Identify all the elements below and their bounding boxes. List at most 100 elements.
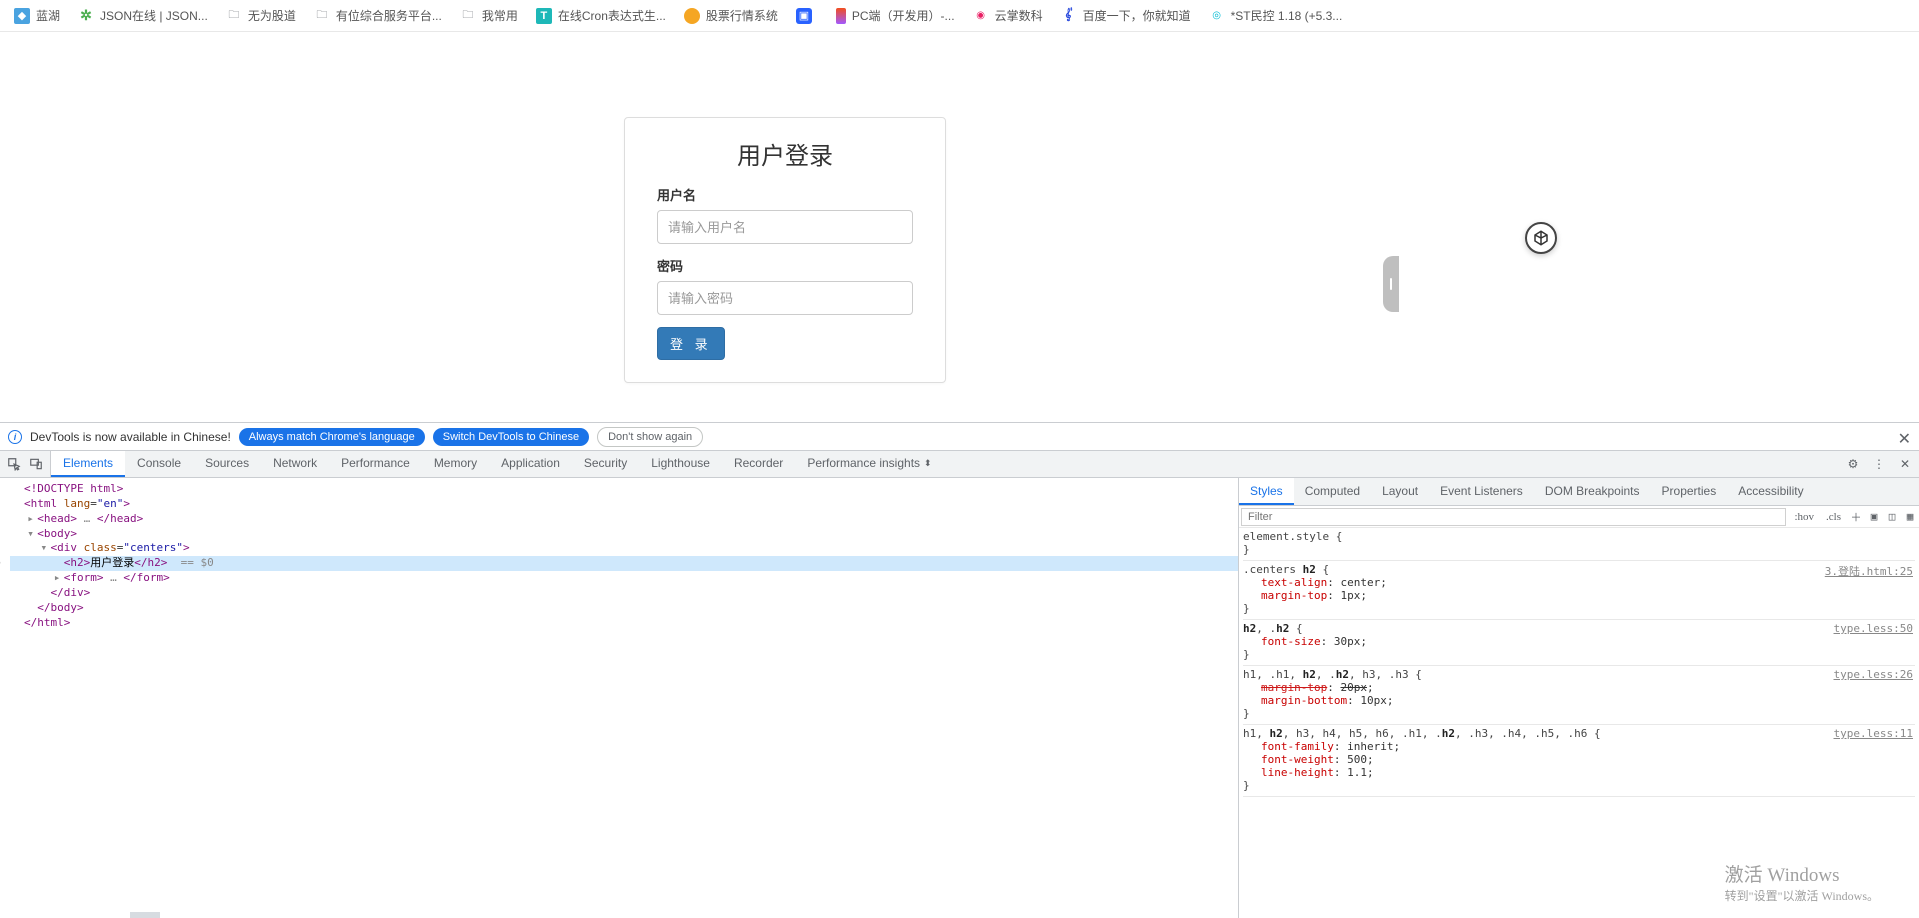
devtools-tab-lighthouse[interactable]: Lighthouse bbox=[639, 451, 722, 477]
bookmark-label: PC端（开发用）-... bbox=[852, 7, 955, 24]
styles-tab-accessibility[interactable]: Accessibility bbox=[1727, 478, 1814, 505]
bookmark-item[interactable]: ◆ 蓝湖 bbox=[14, 7, 60, 24]
dom-line[interactable]: <!DOCTYPE html> bbox=[10, 482, 1238, 497]
dom-line[interactable]: ⋯ <h2>用户登录</h2> == $0 bbox=[10, 556, 1238, 571]
bookmark-icon: 𝄟 bbox=[1061, 8, 1077, 24]
extension-circle-icon[interactable] bbox=[1525, 222, 1557, 254]
match-language-button[interactable]: Always match Chrome's language bbox=[239, 428, 425, 446]
styles-tab-properties[interactable]: Properties bbox=[1651, 478, 1728, 505]
bookmark-icon: ◆ bbox=[14, 8, 30, 24]
login-title: 用户登录 bbox=[657, 136, 913, 171]
devtools: i DevTools is now available in Chinese! … bbox=[0, 422, 1919, 918]
styles-panel: StylesComputedLayoutEvent ListenersDOM B… bbox=[1239, 478, 1919, 918]
password-label: 密码 bbox=[657, 256, 913, 275]
bookmarks-bar: ◆蓝湖✲JSON在线 | JSON...🗀无为股道🗀有位综合服务平台...🗀我常… bbox=[0, 0, 1919, 32]
bookmark-item[interactable]: 𝄟 百度一下，你就知道 bbox=[1061, 7, 1191, 24]
bookmark-icon: ◉ bbox=[973, 8, 989, 24]
devtools-tab-sources[interactable]: Sources bbox=[193, 451, 261, 477]
bookmark-label: 有位综合服务平台... bbox=[336, 7, 442, 24]
bookmark-item[interactable]: 🗀 我常用 bbox=[460, 7, 518, 24]
styles-tab-layout[interactable]: Layout bbox=[1371, 478, 1429, 505]
bookmark-icon: ◎ bbox=[1209, 8, 1225, 24]
devtools-tab-elements[interactable]: Elements bbox=[51, 451, 125, 477]
rule-source-link[interactable]: 3.登陆.html:25 bbox=[1825, 563, 1913, 579]
bookmark-item[interactable]: ◎*ST民控 1.18 (+5.3... bbox=[1209, 7, 1343, 24]
devtools-close-icon[interactable]: ✕ bbox=[1897, 456, 1913, 472]
devtools-info-bar: i DevTools is now available in Chinese! … bbox=[0, 423, 1919, 451]
dom-line[interactable]: ▾<body> bbox=[10, 527, 1238, 542]
bookmark-label: 百度一下，你就知道 bbox=[1083, 7, 1191, 24]
login-card: 用户登录 用户名 密码 登 录 bbox=[624, 117, 946, 383]
bookmark-icon: ✲ bbox=[78, 8, 94, 24]
info-message: DevTools is now available in Chinese! bbox=[30, 430, 231, 444]
kebab-menu-icon[interactable]: ⋮ bbox=[1871, 456, 1887, 472]
username-label: 用户名 bbox=[657, 185, 913, 204]
dom-line[interactable]: </div> bbox=[10, 586, 1238, 601]
css-rule[interactable]: element.style {} bbox=[1243, 528, 1915, 561]
bookmark-item[interactable]: 股票行情系统 bbox=[684, 7, 778, 24]
dom-line[interactable]: ▾<div class="centers"> bbox=[10, 541, 1238, 556]
new-style-rule-icon[interactable]: ＋ bbox=[1847, 509, 1865, 525]
styles-filter-input[interactable] bbox=[1241, 508, 1786, 526]
password-group: 密码 bbox=[657, 256, 913, 315]
bookmark-label: 我常用 bbox=[482, 7, 518, 24]
bookmark-item[interactable]: 🗀有位综合服务平台... bbox=[314, 7, 442, 24]
dom-line[interactable]: </body> bbox=[10, 601, 1238, 616]
dom-line[interactable]: <html lang="en"> bbox=[10, 497, 1238, 512]
bookmark-item[interactable]: 🗀无为股道 bbox=[226, 7, 296, 24]
bookmark-label: 股票行情系统 bbox=[706, 7, 778, 24]
bookmark-item[interactable]: ▣ bbox=[796, 8, 818, 24]
hov-toggle[interactable]: :hov bbox=[1788, 511, 1820, 523]
login-button[interactable]: 登 录 bbox=[657, 327, 725, 360]
styles-tab-styles[interactable]: Styles bbox=[1239, 478, 1294, 505]
styles-tab-dom-breakpoints[interactable]: DOM Breakpoints bbox=[1534, 478, 1651, 505]
styles-tab-event-listeners[interactable]: Event Listeners bbox=[1429, 478, 1534, 505]
username-input[interactable] bbox=[657, 210, 913, 244]
bookmark-icon: 🗀 bbox=[460, 8, 476, 24]
dom-line[interactable]: ▸<head> … </head> bbox=[10, 512, 1238, 527]
bookmark-icon: 🗀 bbox=[226, 8, 242, 24]
elements-dom-tree[interactable]: <!DOCTYPE html> <html lang="en"> ▸<head>… bbox=[0, 478, 1239, 918]
inspect-element-icon[interactable] bbox=[6, 456, 22, 472]
css-rule[interactable]: type.less:26h1, .h1, h2, .h2, h3, .h3 {m… bbox=[1243, 666, 1915, 725]
side-drawer-handle[interactable] bbox=[1383, 256, 1399, 312]
dont-show-again-button[interactable]: Don't show again bbox=[597, 427, 703, 447]
css-rule[interactable]: 3.登陆.html:25.centers h2 {text-align: cen… bbox=[1243, 561, 1915, 620]
rule-source-link[interactable]: type.less:11 bbox=[1834, 727, 1913, 740]
bookmark-label: 云掌数科 bbox=[995, 7, 1043, 24]
switch-devtools-chinese-button[interactable]: Switch DevTools to Chinese bbox=[433, 428, 589, 446]
css-rule[interactable]: type.less:50h2, .h2 {font-size: 30px;} bbox=[1243, 620, 1915, 666]
username-group: 用户名 bbox=[657, 185, 913, 244]
dom-line[interactable]: </html> bbox=[10, 616, 1238, 631]
styles-more-icon[interactable]: ▦ bbox=[1901, 510, 1919, 523]
bookmark-item[interactable]: ✲ JSON在线 | JSON... bbox=[78, 7, 208, 24]
bookmark-icon: T bbox=[536, 8, 552, 24]
page-content: 用户登录 用户名 密码 登 录 bbox=[0, 32, 1919, 422]
devtools-tab-performance[interactable]: Performance bbox=[329, 451, 422, 477]
css-rules-list[interactable]: element.style {}3.登陆.html:25.centers h2 … bbox=[1239, 528, 1919, 918]
device-toolbar-icon[interactable] bbox=[28, 456, 44, 472]
rule-source-link[interactable]: type.less:50 bbox=[1834, 622, 1913, 635]
devtools-tab-application[interactable]: Application bbox=[489, 451, 572, 477]
css-rule[interactable]: type.less:11h1, h2, h3, h4, h5, h6, .h1,… bbox=[1243, 725, 1915, 797]
styles-tab-computed[interactable]: Computed bbox=[1294, 478, 1371, 505]
bookmark-label: 蓝湖 bbox=[36, 7, 60, 24]
computed-sidebar-icon[interactable]: ◫ bbox=[1883, 510, 1901, 523]
devtools-tab-security[interactable]: Security bbox=[572, 451, 639, 477]
devtools-tab-network[interactable]: Network bbox=[261, 451, 329, 477]
devtools-tab-performance-insights[interactable]: Performance insights ⬍ bbox=[795, 451, 943, 477]
bookmark-label: JSON在线 | JSON... bbox=[100, 7, 208, 24]
dom-line[interactable]: ▸<form> … </form> bbox=[10, 571, 1238, 586]
print-media-icon[interactable]: ▣ bbox=[1865, 510, 1883, 523]
cls-toggle[interactable]: .cls bbox=[1820, 511, 1847, 523]
info-close-icon[interactable]: ✕ bbox=[1898, 429, 1911, 449]
bookmark-item[interactable]: T在线Cron表达式生... bbox=[536, 7, 666, 24]
password-input[interactable] bbox=[657, 281, 913, 315]
bookmark-item[interactable]: ◉ 云掌数科 bbox=[973, 7, 1043, 24]
devtools-tab-console[interactable]: Console bbox=[125, 451, 193, 477]
rule-source-link[interactable]: type.less:26 bbox=[1834, 668, 1913, 681]
settings-gear-icon[interactable]: ⚙ bbox=[1845, 456, 1861, 472]
bookmark-item[interactable]: PC端（开发用）-... bbox=[836, 7, 955, 24]
devtools-tab-memory[interactable]: Memory bbox=[422, 451, 489, 477]
devtools-tab-recorder[interactable]: Recorder bbox=[722, 451, 795, 477]
